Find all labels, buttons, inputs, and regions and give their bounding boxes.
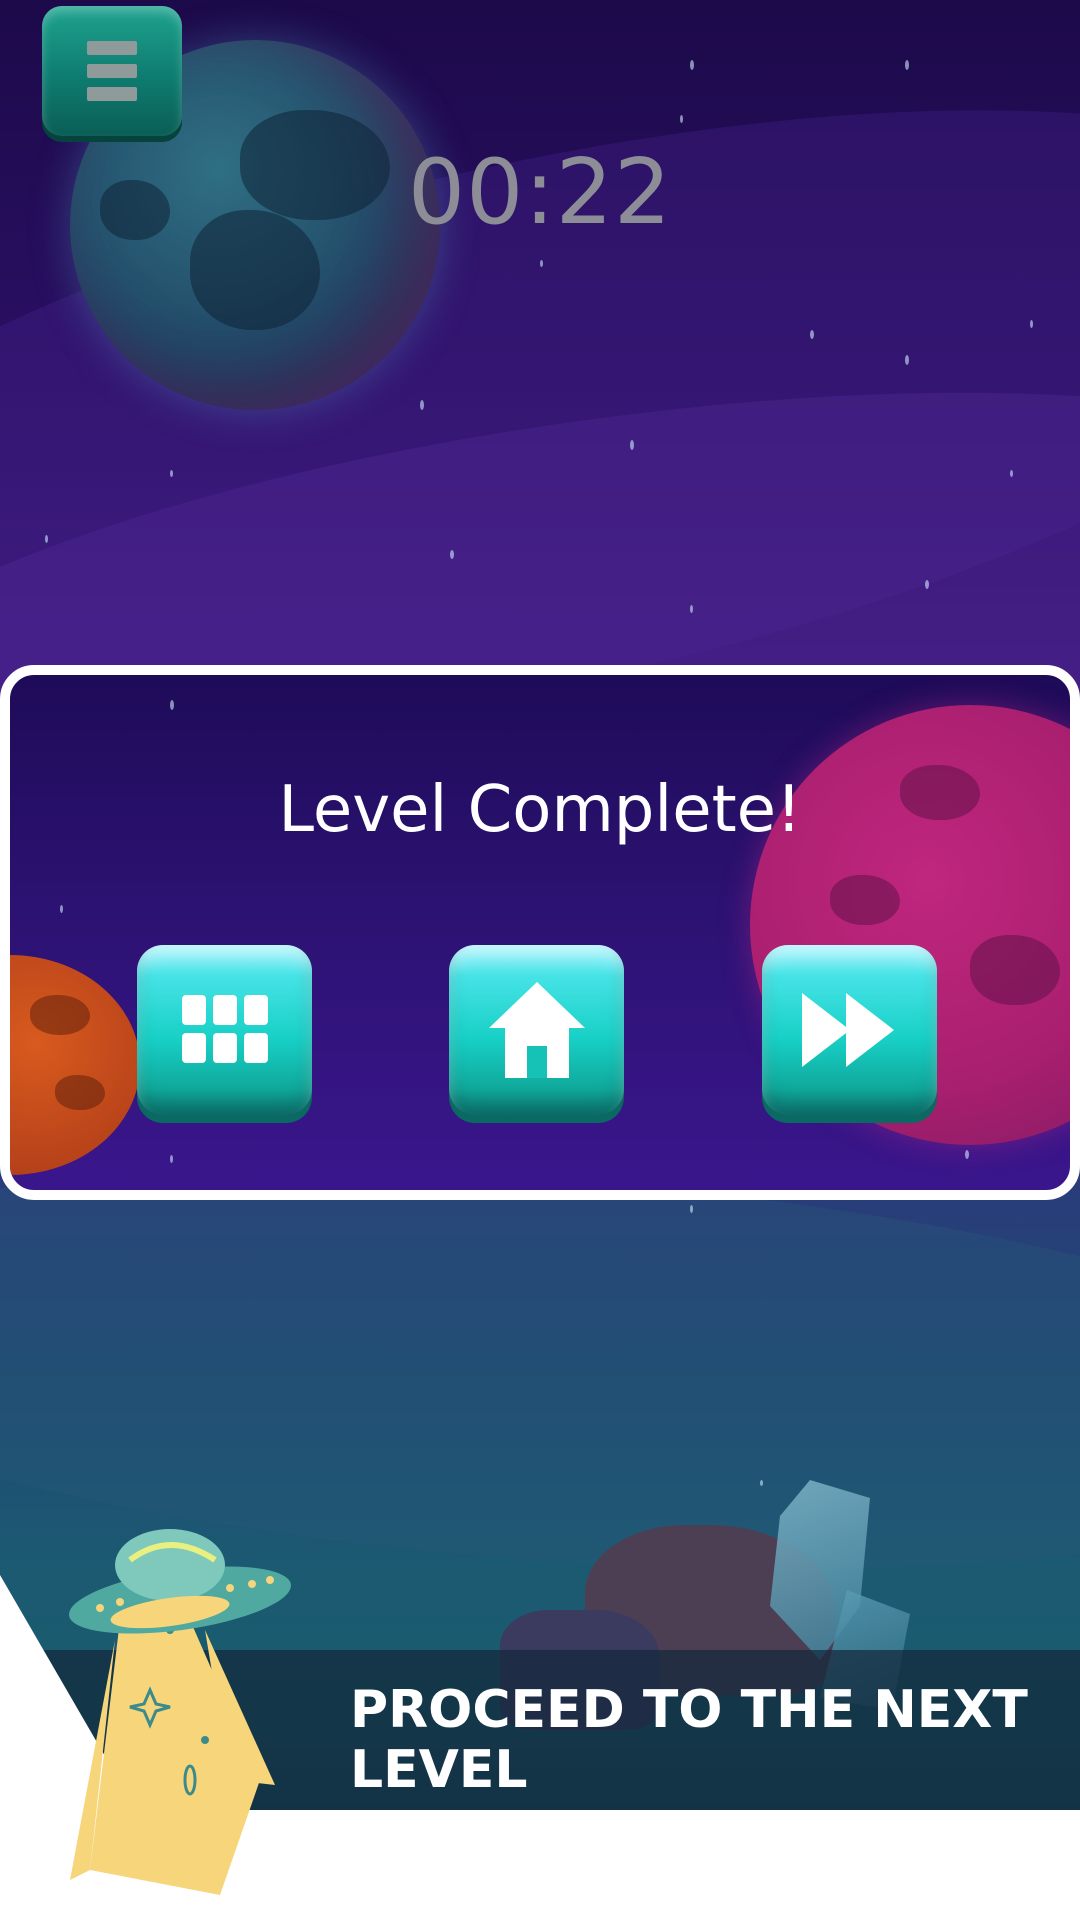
star <box>690 60 694 70</box>
planet-crater <box>30 995 90 1035</box>
planet-crater <box>970 935 1060 1005</box>
star <box>60 905 63 913</box>
star <box>630 440 634 450</box>
star <box>760 1480 763 1486</box>
star <box>925 580 929 589</box>
star <box>965 1150 969 1159</box>
star <box>680 115 683 123</box>
level-select-button[interactable] <box>137 945 312 1115</box>
star <box>45 535 48 543</box>
next-level-button[interactable] <box>762 945 937 1115</box>
menu-icon <box>87 41 137 101</box>
star <box>1010 470 1013 477</box>
fast-forward-icon <box>801 993 894 1067</box>
star <box>810 330 814 339</box>
star <box>905 60 909 70</box>
star <box>420 400 424 410</box>
game-screen: 00:22 Level Complete! PROCEED TO THE NEX… <box>0 0 1080 1920</box>
star <box>170 1155 173 1163</box>
home-icon <box>488 982 585 1078</box>
level-complete-dialog: Level Complete! <box>0 665 1080 1200</box>
planet-crater <box>830 875 900 925</box>
star <box>540 260 543 267</box>
star <box>170 700 174 710</box>
home-button[interactable] <box>449 945 624 1115</box>
planet-crater <box>55 1075 105 1110</box>
star <box>170 470 173 477</box>
star <box>1030 320 1033 328</box>
star <box>690 1205 693 1213</box>
orange-planet <box>10 955 140 1175</box>
banner-text: PROCEED TO THE NEXT LEVEL <box>350 1680 1028 1800</box>
menu-button[interactable] <box>42 6 182 136</box>
star <box>690 605 693 613</box>
level-timer: 00:22 <box>407 140 673 245</box>
star <box>450 550 454 559</box>
ufo-icon <box>69 1529 291 1895</box>
grid-icon <box>181 995 268 1063</box>
star <box>905 355 909 365</box>
dialog-title: Level Complete! <box>278 773 802 847</box>
